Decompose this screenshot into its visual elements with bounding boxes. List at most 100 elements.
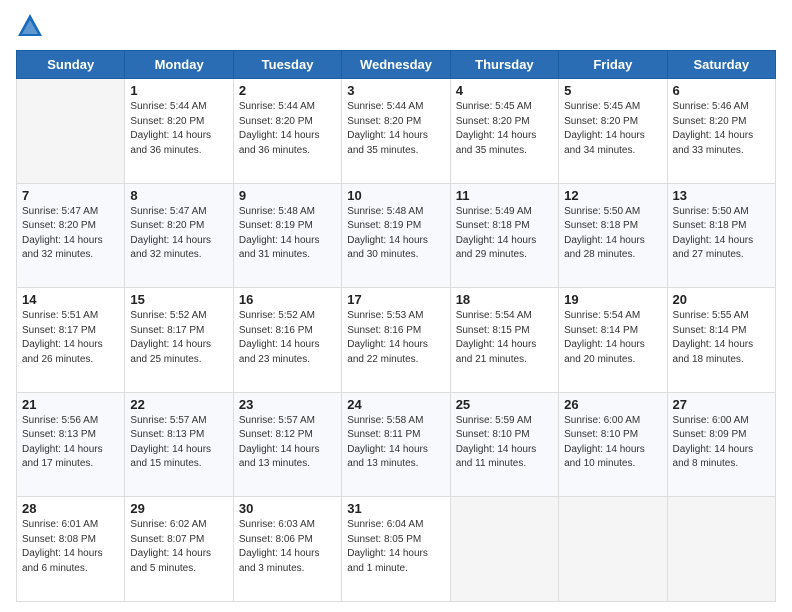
calendar-table: SundayMondayTuesdayWednesdayThursdayFrid… <box>16 50 776 602</box>
day-info: Sunrise: 5:52 AM Sunset: 8:16 PM Dayligh… <box>239 309 336 367</box>
calendar-cell: 31 Sunrise: 6:04 AM Sunset: 8:05 PM Dayli… <box>342 497 450 602</box>
day-number: 30 <box>239 501 336 516</box>
weekday-header-saturday: Saturday <box>667 51 775 79</box>
day-info: Sunrise: 5:48 AM Sunset: 8:19 PM Dayligh… <box>239 205 336 263</box>
day-number: 9 <box>239 188 336 203</box>
day-number: 1 <box>130 83 227 98</box>
day-number: 11 <box>456 188 553 203</box>
calendar-week-5: 28Sunrise: 6:01 AM Sunset: 8:08 PM Dayli… <box>17 497 776 602</box>
calendar-cell: 10Sunrise: 5:48 AM Sunset: 8:19 PM Dayli… <box>342 183 450 288</box>
weekday-header-monday: Monday <box>125 51 233 79</box>
calendar-cell: 1Sunrise: 5:44 AM Sunset: 8:20 PM Daylig… <box>125 79 233 184</box>
calendar-cell: 13 Sunrise: 5:50 AM Sunset: 8:18 PM Dayli… <box>667 183 775 288</box>
logo-icon <box>16 12 44 40</box>
calendar-cell: 29 Sunrise: 6:02 AM Sunset: 8:07 PM Dayli… <box>125 497 233 602</box>
day-number: 13 <box>673 188 770 203</box>
day-info: Sunrise: 5:47 AM Sunset: 8:20 PM Dayligh… <box>130 205 227 263</box>
weekday-header-friday: Friday <box>559 51 667 79</box>
day-info: Sunrise: 5:50 AM Sunset: 8:18 PM Dayligh… <box>673 205 770 263</box>
day-info: Sunrise: 6:04 AM Sunset: 8:05 PM Dayligh… <box>347 518 444 576</box>
day-number: 12 <box>564 188 661 203</box>
calendar-cell: 27 Sunrise: 6:00 AM Sunset: 8:09 PM Dayli… <box>667 392 775 497</box>
day-number: 15 <box>130 292 227 307</box>
day-number: 29 <box>130 501 227 516</box>
calendar-week-1: 1 Sunrise: 5:44 AM Sunset: 8:20 PM Daylig… <box>17 79 776 184</box>
day-number: 14 <box>22 292 119 307</box>
day-number: 5 <box>564 83 661 98</box>
calendar-cell: 7 Sunrise: 5:47 AM Sunset: 8:20 PM Daylig… <box>17 183 125 288</box>
day-info: Sunrise: 5:51 AM Sunset: 8:17 PM Dayligh… <box>22 309 119 367</box>
day-info: Sunrise: 5:57 AM Sunset: 8:13 PM Dayligh… <box>130 414 227 472</box>
calendar-cell: 11 Sunrise: 5:49 AM Sunset: 8:18 PM Dayli… <box>450 183 558 288</box>
day-number: 2 <box>239 83 336 98</box>
day-number: 16 <box>239 292 336 307</box>
day-info: Sunrise: 5:44 AM Sunset: 8:20 PM Dayligh… <box>239 100 336 158</box>
weekday-header-wednesday: Wednesday <box>342 51 450 79</box>
day-number: 19 <box>564 292 661 307</box>
calendar-cell: 25 Sunrise: 5:59 AM Sunset: 8:10 PM Dayli… <box>450 392 558 497</box>
day-number: 24 <box>347 397 444 412</box>
calendar-cell: 12 Sunrise: 5:50 AM Sunset: 8:18 PM Dayli… <box>559 183 667 288</box>
page: SundayMondayTuesdayWednesdayThursdayFrid… <box>0 0 792 612</box>
calendar-cell: 2 Sunrise: 5:44 AM Sunset: 8:20 PM Daylig… <box>233 79 341 184</box>
header <box>16 16 776 40</box>
day-number: 17 <box>347 292 444 307</box>
calendar-cell: 16 Sunrise: 5:52 AM Sunset: 8:16 PM Dayli… <box>233 288 341 393</box>
calendar-cell: 5 Sunrise: 5:45 AM Sunset: 8:20 PM Daylig… <box>559 79 667 184</box>
day-info: Sunrise: 5:54 AM Sunset: 8:14 PM Dayligh… <box>564 309 661 367</box>
day-info: Sunrise: 5:50 AM Sunset: 8:18 PM Dayligh… <box>564 205 661 263</box>
day-number: 8 <box>130 188 227 203</box>
day-info: Sunrise: 5:52 AM Sunset: 8:17 PM Dayligh… <box>130 309 227 367</box>
day-number: 28 <box>22 501 119 516</box>
day-number: 6 <box>673 83 770 98</box>
weekday-header-sunday: Sunday <box>17 51 125 79</box>
day-number: 20 <box>673 292 770 307</box>
calendar-cell: 20 Sunrise: 5:55 AM Sunset: 8:14 PM Dayli… <box>667 288 775 393</box>
day-info: Sunrise: 6:00 AM Sunset: 8:10 PM Dayligh… <box>564 414 661 472</box>
day-number: 25 <box>456 397 553 412</box>
day-info: Sunrise: 5:45 AM Sunset: 8:20 PM Dayligh… <box>564 100 661 158</box>
weekday-header-thursday: Thursday <box>450 51 558 79</box>
day-number: 31 <box>347 501 444 516</box>
day-info: Sunrise: 5:47 AM Sunset: 8:20 PM Dayligh… <box>22 205 119 263</box>
day-info: Sunrise: 5:49 AM Sunset: 8:18 PM Dayligh… <box>456 205 553 263</box>
calendar-cell <box>667 497 775 602</box>
day-info: Sunrise: 6:00 AM Sunset: 8:09 PM Dayligh… <box>673 414 770 472</box>
calendar-cell: 15 Sunrise: 5:52 AM Sunset: 8:17 PM Dayli… <box>125 288 233 393</box>
calendar-week-2: 7 Sunrise: 5:47 AM Sunset: 8:20 PM Daylig… <box>17 183 776 288</box>
calendar-cell: 17 Sunrise: 5:53 AM Sunset: 8:16 PM Dayli… <box>342 288 450 393</box>
day-number: 18 <box>456 292 553 307</box>
day-number: 21 <box>22 397 119 412</box>
calendar-cell: 9 Sunrise: 5:48 AM Sunset: 8:19 PM Daylig… <box>233 183 341 288</box>
day-number: 26 <box>564 397 661 412</box>
weekday-header-tuesday: Tuesday <box>233 51 341 79</box>
day-number: 3 <box>347 83 444 98</box>
calendar-cell <box>17 79 125 184</box>
day-number: 23 <box>239 397 336 412</box>
calendar-cell: 28Sunrise: 6:01 AM Sunset: 8:08 PM Dayli… <box>17 497 125 602</box>
calendar-cell: 26 Sunrise: 6:00 AM Sunset: 8:10 PM Dayli… <box>559 392 667 497</box>
day-number: 27 <box>673 397 770 412</box>
day-info: Sunrise: 6:02 AM Sunset: 8:07 PM Dayligh… <box>130 518 227 576</box>
calendar-cell: 22Sunrise: 5:57 AM Sunset: 8:13 PM Dayli… <box>125 392 233 497</box>
day-info: Sunrise: 5:48 AM Sunset: 8:19 PM Dayligh… <box>347 205 444 263</box>
day-info: Sunrise: 5:55 AM Sunset: 8:14 PM Dayligh… <box>673 309 770 367</box>
day-number: 7 <box>22 188 119 203</box>
day-info: Sunrise: 5:58 AM Sunset: 8:11 PM Dayligh… <box>347 414 444 472</box>
day-info: Sunrise: 5:56 AM Sunset: 8:13 PM Dayligh… <box>22 414 119 472</box>
logo <box>16 16 48 40</box>
day-info: Sunrise: 5:57 AM Sunset: 8:12 PM Dayligh… <box>239 414 336 472</box>
calendar-cell: 18 Sunrise: 5:54 AM Sunset: 8:15 PM Dayli… <box>450 288 558 393</box>
calendar-cell: 30 Sunrise: 6:03 AM Sunset: 8:06 PM Dayli… <box>233 497 341 602</box>
calendar-cell <box>450 497 558 602</box>
day-number: 4 <box>456 83 553 98</box>
calendar-cell: 21 Sunrise: 5:56 AM Sunset: 8:13 PM Dayli… <box>17 392 125 497</box>
calendar-week-3: 14 Sunrise: 5:51 AM Sunset: 8:17 PM Dayli… <box>17 288 776 393</box>
day-info: Sunrise: 5:59 AM Sunset: 8:10 PM Dayligh… <box>456 414 553 472</box>
day-info: Sunrise: 5:53 AM Sunset: 8:16 PM Dayligh… <box>347 309 444 367</box>
day-info: Sunrise: 6:03 AM Sunset: 8:06 PM Dayligh… <box>239 518 336 576</box>
day-info: Sunrise: 5:54 AM Sunset: 8:15 PM Dayligh… <box>456 309 553 367</box>
calendar-cell <box>559 497 667 602</box>
calendar-cell: 19 Sunrise: 5:54 AM Sunset: 8:14 PM Dayli… <box>559 288 667 393</box>
day-info: Sunrise: 5:44 AM Sunset: 8:20 PM Dayligh… <box>347 100 444 158</box>
